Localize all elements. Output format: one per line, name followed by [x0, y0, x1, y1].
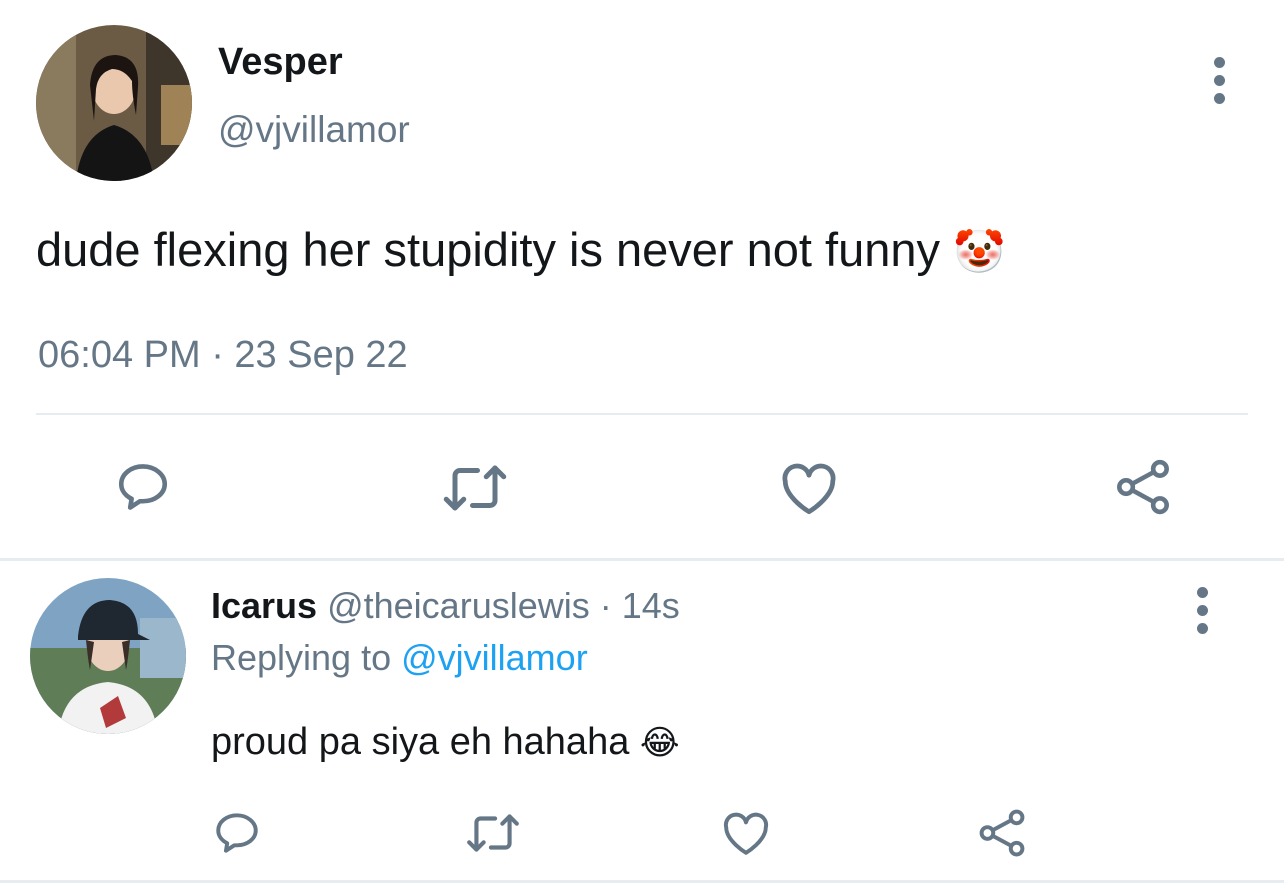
- clown-emoji: 🤡: [953, 228, 1006, 275]
- bottom-divider: [0, 880, 1284, 883]
- reply-share-icon[interactable]: [977, 807, 1027, 859]
- main-tweet-more-icon[interactable]: [1214, 57, 1226, 111]
- main-tweet-display-name[interactable]: Vesper: [218, 40, 343, 84]
- reply-reply-icon[interactable]: [212, 808, 262, 858]
- main-tweet-text-body: dude flexing her stupidity is never not …: [36, 223, 940, 276]
- main-share-icon[interactable]: [1114, 457, 1172, 517]
- reply-time[interactable]: 14s: [622, 585, 680, 626]
- reply-like-icon[interactable]: [721, 810, 771, 856]
- reply-avatar[interactable]: [30, 578, 186, 734]
- reply-text-body: proud pa siya eh hahaha: [211, 721, 630, 763]
- main-tweet-avatar[interactable]: [36, 25, 192, 181]
- main-like-icon[interactable]: [779, 460, 839, 516]
- replying-to-prefix: Replying to: [211, 637, 392, 678]
- reply-display-name[interactable]: Icarus: [211, 585, 317, 626]
- main-tweet-divider: [36, 413, 1248, 415]
- reply-more-icon[interactable]: [1197, 587, 1209, 641]
- reply-retweet-icon[interactable]: [464, 810, 522, 856]
- reply-text: proud pa siya eh hahaha 😂: [211, 718, 680, 767]
- main-retweet-icon[interactable]: [440, 460, 510, 516]
- main-tweet-handle[interactable]: @vjvillamor: [218, 108, 410, 152]
- main-reply-icon[interactable]: [113, 458, 173, 516]
- tears-of-joy-emoji: 😂: [639, 724, 680, 762]
- reply-header: Icarus @theicaruslewis · 14s: [211, 584, 680, 628]
- replying-to-handle-link[interactable]: @vjvillamor: [401, 637, 588, 678]
- reply-handle[interactable]: @theicaruslewis: [327, 585, 590, 626]
- thread-divider: [0, 558, 1284, 561]
- main-tweet-timestamp[interactable]: 06:04 PM · 23 Sep 22: [38, 333, 408, 377]
- reply-separator: ·: [599, 585, 612, 626]
- main-tweet-text: dude flexing her stupidity is never not …: [36, 222, 1005, 280]
- replying-to: Replying to @vjvillamor: [211, 636, 588, 680]
